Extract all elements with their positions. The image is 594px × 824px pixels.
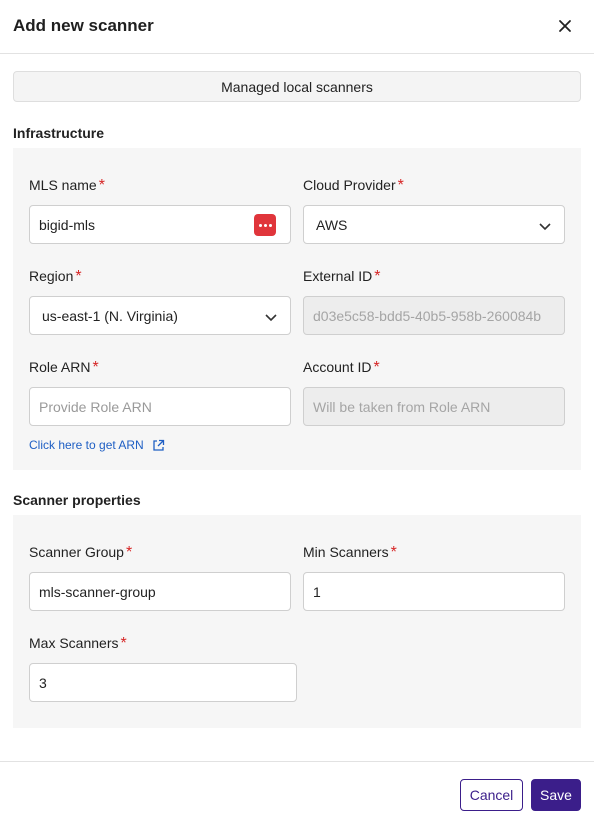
min-scanners-input[interactable]: 1 <box>303 572 565 611</box>
chevron-down-icon <box>265 314 277 322</box>
cloud-provider-value: AWS <box>316 216 348 233</box>
scanner-group-label: Scanner Group * <box>29 544 133 561</box>
tab-managed-local-scanners[interactable]: Managed local scanners <box>13 71 581 102</box>
cloud-provider-label: Cloud Provider * <box>303 177 404 194</box>
dialog-title: Add new scanner <box>13 16 154 35</box>
section-title-infrastructure: Infrastructure <box>13 125 105 141</box>
region-label: Region * <box>29 268 82 285</box>
region-value: us-east-1 (N. Virginia) <box>42 307 178 324</box>
external-id-input: d03e5c58-bdd5-40b5-958b-260084b <box>303 296 565 335</box>
save-button[interactable]: Save <box>531 779 581 811</box>
chevron-down-icon <box>539 223 551 231</box>
account-id-input: Will be taken from Role ARN <box>303 387 565 426</box>
account-id-label: Account ID * <box>303 359 380 376</box>
scanner-group-input[interactable]: mls-scanner-group <box>29 572 291 611</box>
dialog-footer: Cancel Save <box>0 761 594 824</box>
password-manager-icon[interactable] <box>254 214 276 236</box>
min-scanners-label: Min Scanners * <box>303 544 397 561</box>
max-scanners-label: Max Scanners * <box>29 635 127 652</box>
cancel-button[interactable]: Cancel <box>460 779 523 811</box>
max-scanners-input[interactable]: 3 <box>29 663 297 702</box>
external-link-icon <box>153 439 164 451</box>
get-arn-link-text: Click here to get ARN <box>29 438 144 452</box>
mls-name-value: bigid-mls <box>39 216 96 233</box>
mls-name-input[interactable]: bigid-mls <box>29 205 291 244</box>
dialog-header: Add new scanner <box>0 0 594 54</box>
cloud-provider-select[interactable]: AWS <box>303 205 565 244</box>
role-arn-label: Role ARN * <box>29 359 99 376</box>
mls-name-label: MLS name * <box>29 177 105 194</box>
role-arn-input[interactable]: Provide Role ARN <box>29 387 291 426</box>
region-select[interactable]: us-east-1 (N. Virginia) <box>29 296 291 335</box>
close-icon[interactable] <box>554 15 576 37</box>
external-id-label: External ID * <box>303 268 381 285</box>
section-title-scanner-properties: Scanner properties <box>13 492 141 508</box>
get-arn-link[interactable]: Click here to get ARN <box>29 438 165 452</box>
